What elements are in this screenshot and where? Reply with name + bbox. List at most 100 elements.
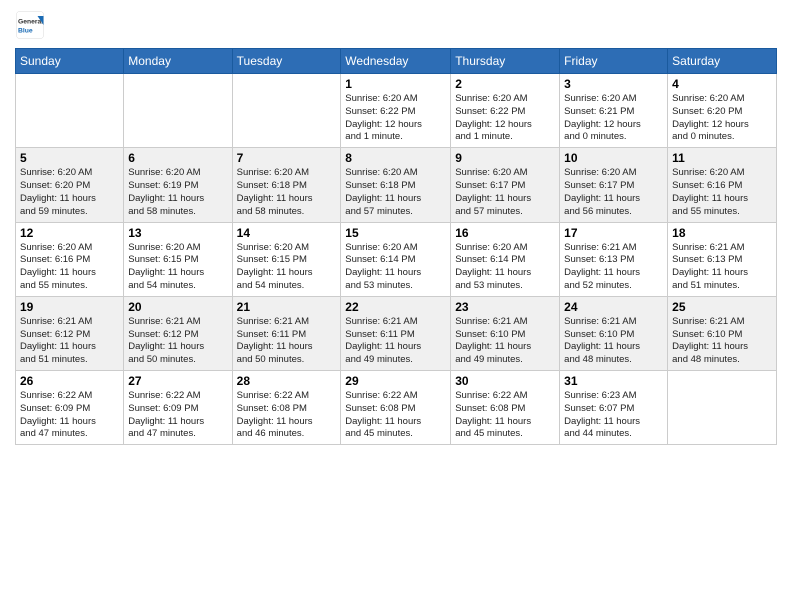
calendar-cell [668,371,777,445]
page: General Blue SundayMondayTuesdayWednesda… [0,0,792,612]
day-info: Sunrise: 6:20 AMSunset: 6:18 PMDaylight:… [345,167,446,218]
day-number: 17 [564,226,663,240]
weekday-header-sunday: Sunday [16,49,124,74]
calendar-week-5: 26 Sunrise: 6:22 AMSunset: 6:09 PMDayligh… [16,371,777,445]
day-info: Sunrise: 6:20 AMSunset: 6:17 PMDaylight:… [564,167,663,218]
day-number: 14 [237,226,337,240]
calendar-header: SundayMondayTuesdayWednesdayThursdayFrid… [16,49,777,74]
day-number: 20 [128,300,227,314]
weekday-header-friday: Friday [560,49,668,74]
day-info: Sunrise: 6:20 AMSunset: 6:20 PMDaylight:… [672,93,772,144]
calendar-cell: 3 Sunrise: 6:20 AMSunset: 6:21 PMDaylight… [560,74,668,148]
day-number: 8 [345,151,446,165]
calendar-cell: 26 Sunrise: 6:22 AMSunset: 6:09 PMDayligh… [16,371,124,445]
day-number: 25 [672,300,772,314]
day-number: 2 [455,77,555,91]
svg-text:General: General [18,19,43,26]
day-number: 27 [128,374,227,388]
day-number: 19 [20,300,119,314]
day-info: Sunrise: 6:20 AMSunset: 6:22 PMDaylight:… [455,93,555,144]
calendar-cell: 9Sunrise: 6:20 AMSunset: 6:17 PMDaylight… [451,148,560,222]
calendar-week-1: 1Sunrise: 6:20 AMSunset: 6:22 PMDaylight… [16,74,777,148]
calendar-week-4: 19 Sunrise: 6:21 AMSunset: 6:12 PMDayligh… [16,296,777,370]
calendar-cell: 30 Sunrise: 6:22 AMSunset: 6:08 PMDayligh… [451,371,560,445]
calendar-cell: 6 Sunrise: 6:20 AMSunset: 6:19 PMDaylight… [124,148,232,222]
calendar-body: 1Sunrise: 6:20 AMSunset: 6:22 PMDaylight… [16,74,777,445]
day-info: Sunrise: 6:21 AMSunset: 6:11 PMDaylight:… [345,316,446,367]
calendar-cell [16,74,124,148]
calendar-cell: 2 Sunrise: 6:20 AMSunset: 6:22 PMDaylight… [451,74,560,148]
calendar-week-3: 12 Sunrise: 6:20 AMSunset: 6:16 PMDayligh… [16,222,777,296]
day-info: Sunrise: 6:20 AMSunset: 6:20 PMDaylight:… [20,167,119,218]
calendar-cell: 28Sunrise: 6:22 AMSunset: 6:08 PMDayligh… [232,371,341,445]
day-number: 22 [345,300,446,314]
day-info: Sunrise: 6:22 AMSunset: 6:08 PMDaylight:… [455,390,555,441]
day-info: Sunrise: 6:20 AMSunset: 6:16 PMDaylight:… [672,167,772,218]
day-number: 7 [237,151,337,165]
header: General Blue [15,10,777,40]
day-number: 24 [564,300,663,314]
weekday-row: SundayMondayTuesdayWednesdayThursdayFrid… [16,49,777,74]
calendar-cell: 16 Sunrise: 6:20 AMSunset: 6:14 PMDayligh… [451,222,560,296]
day-number: 26 [20,374,119,388]
day-number: 23 [455,300,555,314]
calendar-cell [232,74,341,148]
calendar-cell: 29Sunrise: 6:22 AMSunset: 6:08 PMDayligh… [341,371,451,445]
logo: General Blue [15,10,47,40]
calendar-cell [124,74,232,148]
logo-icon: General Blue [15,10,45,40]
day-info: Sunrise: 6:20 AMSunset: 6:21 PMDaylight:… [564,93,663,144]
day-number: 13 [128,226,227,240]
day-info: Sunrise: 6:22 AMSunset: 6:09 PMDaylight:… [20,390,119,441]
day-number: 3 [564,77,663,91]
day-info: Sunrise: 6:23 AMSunset: 6:07 PMDaylight:… [564,390,663,441]
day-number: 6 [128,151,227,165]
calendar-cell: 24 Sunrise: 6:21 AMSunset: 6:10 PMDayligh… [560,296,668,370]
calendar-cell: 8 Sunrise: 6:20 AMSunset: 6:18 PMDaylight… [341,148,451,222]
day-info: Sunrise: 6:20 AMSunset: 6:15 PMDaylight:… [237,242,337,293]
day-number: 10 [564,151,663,165]
day-info: Sunrise: 6:21 AMSunset: 6:10 PMDaylight:… [672,316,772,367]
day-info: Sunrise: 6:20 AMSunset: 6:19 PMDaylight:… [128,167,227,218]
day-info: Sunrise: 6:20 AMSunset: 6:14 PMDaylight:… [455,242,555,293]
day-number: 21 [237,300,337,314]
weekday-header-wednesday: Wednesday [341,49,451,74]
calendar-cell: 12 Sunrise: 6:20 AMSunset: 6:16 PMDayligh… [16,222,124,296]
day-number: 4 [672,77,772,91]
day-number: 5 [20,151,119,165]
day-info: Sunrise: 6:21 AMSunset: 6:13 PMDaylight:… [672,242,772,293]
calendar-cell: 19 Sunrise: 6:21 AMSunset: 6:12 PMDayligh… [16,296,124,370]
calendar-cell: 5 Sunrise: 6:20 AMSunset: 6:20 PMDaylight… [16,148,124,222]
calendar-cell: 18Sunrise: 6:21 AMSunset: 6:13 PMDayligh… [668,222,777,296]
day-info: Sunrise: 6:20 AMSunset: 6:18 PMDaylight:… [237,167,337,218]
calendar-cell: 14 Sunrise: 6:20 AMSunset: 6:15 PMDayligh… [232,222,341,296]
day-info: Sunrise: 6:21 AMSunset: 6:13 PMDaylight:… [564,242,663,293]
day-info: Sunrise: 6:20 AMSunset: 6:22 PMDaylight:… [345,93,446,144]
day-number: 12 [20,226,119,240]
day-number: 16 [455,226,555,240]
day-number: 15 [345,226,446,240]
calendar-cell: 21 Sunrise: 6:21 AMSunset: 6:11 PMDayligh… [232,296,341,370]
day-info: Sunrise: 6:22 AMSunset: 6:09 PMDaylight:… [128,390,227,441]
day-number: 11 [672,151,772,165]
day-info: Sunrise: 6:21 AMSunset: 6:10 PMDaylight:… [564,316,663,367]
calendar-cell: 17 Sunrise: 6:21 AMSunset: 6:13 PMDayligh… [560,222,668,296]
calendar-table: SundayMondayTuesdayWednesdayThursdayFrid… [15,48,777,445]
day-number: 28 [237,374,337,388]
day-info: Sunrise: 6:21 AMSunset: 6:12 PMDaylight:… [128,316,227,367]
day-info: Sunrise: 6:20 AMSunset: 6:17 PMDaylight:… [455,167,555,218]
day-info: Sunrise: 6:20 AMSunset: 6:15 PMDaylight:… [128,242,227,293]
day-number: 30 [455,374,555,388]
day-info: Sunrise: 6:21 AMSunset: 6:11 PMDaylight:… [237,316,337,367]
calendar-cell: 7 Sunrise: 6:20 AMSunset: 6:18 PMDaylight… [232,148,341,222]
day-info: Sunrise: 6:21 AMSunset: 6:12 PMDaylight:… [20,316,119,367]
calendar-cell: 23Sunrise: 6:21 AMSunset: 6:10 PMDayligh… [451,296,560,370]
calendar-cell: 4 Sunrise: 6:20 AMSunset: 6:20 PMDaylight… [668,74,777,148]
calendar-cell: 20 Sunrise: 6:21 AMSunset: 6:12 PMDayligh… [124,296,232,370]
calendar-cell: 10 Sunrise: 6:20 AMSunset: 6:17 PMDayligh… [560,148,668,222]
calendar-cell: 25 Sunrise: 6:21 AMSunset: 6:10 PMDayligh… [668,296,777,370]
day-info: Sunrise: 6:20 AMSunset: 6:16 PMDaylight:… [20,242,119,293]
day-info: Sunrise: 6:22 AMSunset: 6:08 PMDaylight:… [345,390,446,441]
day-info: Sunrise: 6:20 AMSunset: 6:14 PMDaylight:… [345,242,446,293]
calendar-cell: 22 Sunrise: 6:21 AMSunset: 6:11 PMDayligh… [341,296,451,370]
